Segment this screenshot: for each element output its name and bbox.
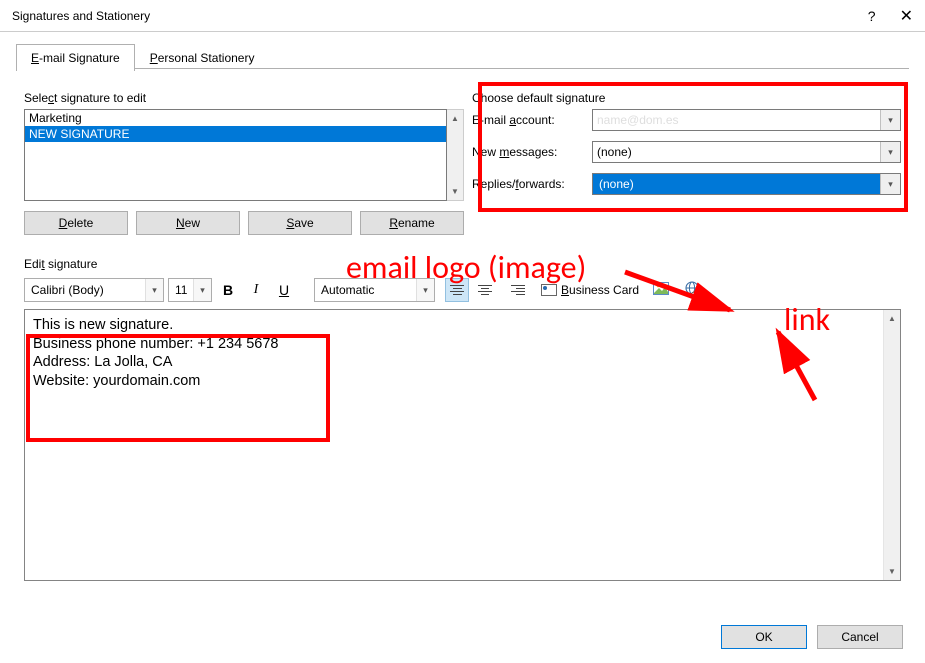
tab-bar: E-mail Signature Personal Stationery: [0, 32, 925, 71]
editor-line: Address: La Jolla, CA: [33, 353, 875, 372]
insert-hyperlink-button[interactable]: [679, 278, 705, 302]
chevron-down-icon[interactable]: ▾: [416, 279, 434, 301]
editor-line: This is new signature.: [33, 316, 875, 335]
email-account-label: E-mail account:: [472, 113, 592, 127]
align-center-button[interactable]: [473, 278, 497, 302]
replies-forwards-label: Replies/forwards:: [472, 177, 592, 191]
select-signature-label: Select signature to edit: [24, 91, 464, 105]
format-toolbar: Calibri (Body) ▾ 11 ▾ B I U Automatic ▾ …: [24, 277, 901, 303]
signature-list[interactable]: Marketing NEW SIGNATURE: [24, 109, 447, 201]
save-button[interactable]: Save: [248, 211, 352, 235]
chevron-down-icon[interactable]: ▾: [880, 142, 900, 162]
editor-line: Website: yourdomain.com: [33, 372, 875, 391]
new-button[interactable]: New: [136, 211, 240, 235]
scrollbar[interactable]: ▲ ▼: [883, 310, 900, 580]
chevron-down-icon[interactable]: ▾: [880, 174, 900, 194]
business-card-button[interactable]: Business Card: [535, 278, 645, 302]
scroll-up-icon[interactable]: ▲: [447, 110, 463, 127]
business-card-icon: [541, 284, 557, 296]
underline-button[interactable]: U: [272, 278, 296, 302]
chevron-down-icon[interactable]: ▾: [880, 110, 900, 130]
scroll-down-icon[interactable]: ▼: [884, 563, 900, 580]
tab-personal-stationery[interactable]: Personal Stationery: [135, 44, 270, 71]
defaults-heading: Choose default signature: [472, 91, 901, 105]
font-family-combo[interactable]: Calibri (Body) ▾: [24, 278, 164, 302]
scroll-down-icon[interactable]: ▼: [447, 183, 463, 200]
email-account-combo[interactable]: name@dom.es ▾: [592, 109, 901, 131]
title-bar: Signatures and Stationery ? ✕: [0, 0, 925, 32]
new-messages-label: New messages:: [472, 145, 592, 159]
help-icon[interactable]: ?: [868, 8, 876, 24]
editor-line: Business phone number: +1 234 5678: [33, 335, 875, 354]
font-size-combo[interactable]: 11 ▾: [168, 278, 212, 302]
font-color-combo[interactable]: Automatic ▾: [314, 278, 435, 302]
align-right-button[interactable]: [501, 278, 525, 302]
edit-signature-label: Edit signature: [24, 257, 901, 271]
new-messages-combo[interactable]: (none) ▾: [592, 141, 901, 163]
scroll-up-icon[interactable]: ▲: [884, 310, 900, 327]
cancel-button[interactable]: Cancel: [817, 625, 903, 649]
ok-button[interactable]: OK: [721, 625, 807, 649]
close-icon[interactable]: ✕: [900, 6, 913, 26]
list-item[interactable]: NEW SIGNATURE: [25, 126, 446, 142]
chevron-down-icon[interactable]: ▾: [145, 279, 163, 301]
bold-button[interactable]: B: [216, 278, 240, 302]
list-item[interactable]: Marketing: [25, 110, 446, 126]
chevron-down-icon[interactable]: ▾: [193, 279, 211, 301]
delete-button[interactable]: Delete: [24, 211, 128, 235]
window-title: Signatures and Stationery: [12, 9, 868, 23]
italic-button[interactable]: I: [244, 278, 268, 302]
align-left-button[interactable]: [445, 278, 469, 302]
scrollbar[interactable]: ▲ ▼: [447, 109, 464, 201]
replies-forwards-combo[interactable]: (none) ▾: [592, 173, 901, 195]
insert-image-button[interactable]: [649, 278, 675, 302]
signature-editor[interactable]: This is new signature. Business phone nu…: [25, 310, 883, 580]
rename-button[interactable]: Rename: [360, 211, 464, 235]
tab-email-signature[interactable]: E-mail Signature: [16, 44, 135, 71]
